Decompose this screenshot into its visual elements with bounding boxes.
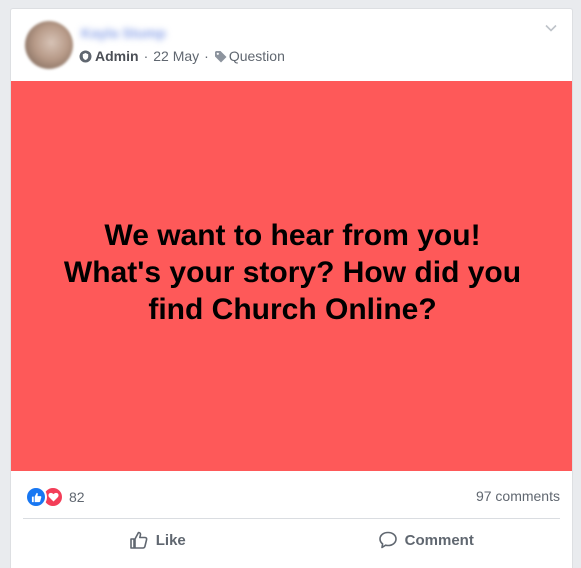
comment-label: Comment (404, 531, 474, 549)
thumbs-up-icon (129, 531, 148, 549)
like-button[interactable]: Like (23, 519, 292, 561)
reactions-summary[interactable]: 82 (25, 486, 85, 508)
comments-count-link[interactable]: 97 comments (476, 488, 560, 504)
meta-separator: · (204, 48, 209, 64)
role-label[interactable]: Admin (95, 48, 139, 64)
post-background[interactable]: We want to hear from you! What's your st… (11, 81, 572, 471)
post-tag[interactable]: Question (229, 48, 285, 64)
comment-icon (378, 531, 397, 549)
comment-button[interactable]: Comment (292, 519, 561, 561)
post-text: We want to hear from you! What's your st… (63, 218, 522, 326)
author-avatar[interactable] (25, 21, 73, 69)
like-reaction-icon (25, 486, 47, 508)
action-bar: Like Comment (23, 519, 560, 561)
meta-separator: · (143, 48, 149, 64)
post-meta: Admin · 22 May · Question (79, 48, 285, 64)
post-card: Kayla Stump Admin · 22 May · Question We… (10, 8, 573, 568)
post-date[interactable]: 22 May (153, 48, 199, 64)
like-label: Like (155, 531, 186, 549)
reaction-count: 82 (69, 489, 85, 505)
chevron-down-icon[interactable] (544, 23, 558, 33)
admin-shield-icon (79, 50, 92, 63)
author-name[interactable]: Kayla Stump (81, 25, 166, 41)
tag-icon (214, 50, 227, 63)
